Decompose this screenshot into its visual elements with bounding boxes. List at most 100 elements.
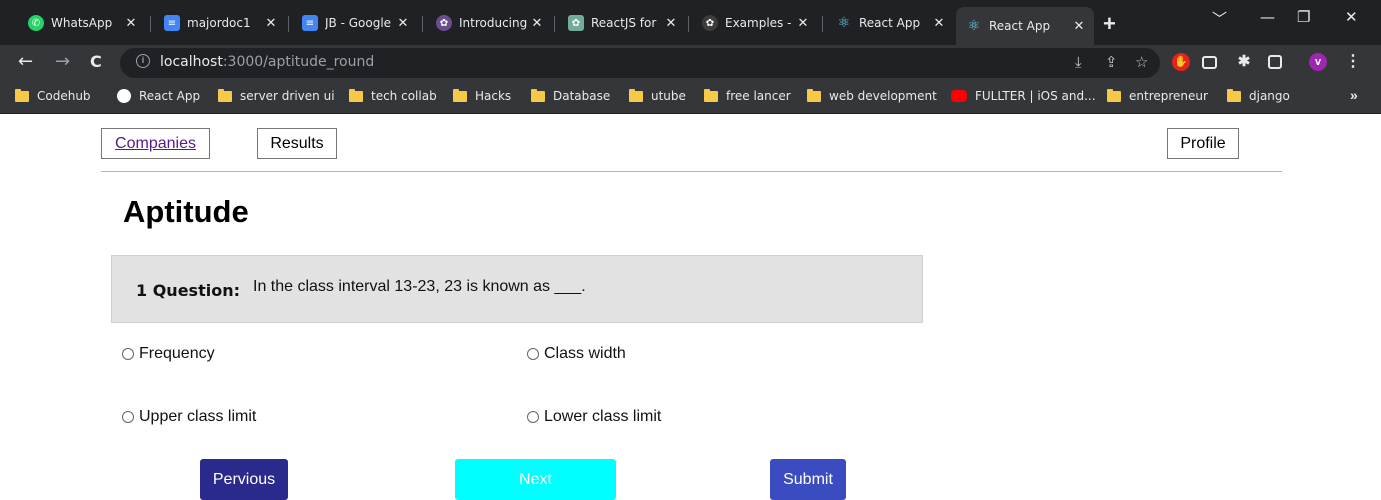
- bookmark-free-lancer[interactable]: free lancer: [704, 88, 791, 103]
- new-tab-button[interactable]: +: [1103, 11, 1116, 37]
- tab-label: ReactJS for: [591, 16, 657, 30]
- tab-majordoc1[interactable]: ≡ majordoc1 ✕: [154, 7, 286, 39]
- option-upper-class-limit[interactable]: Upper class limit: [122, 408, 256, 426]
- tab-label: WhatsApp: [51, 16, 113, 30]
- bookmark-label: web development: [829, 89, 937, 103]
- radio-button[interactable]: [122, 348, 134, 360]
- tab-label: React App: [989, 19, 1051, 33]
- share-icon[interactable]: ⇪: [1105, 53, 1118, 71]
- bookmark-server-driven-ui[interactable]: server driven ui: [218, 88, 335, 103]
- tab-label: Examples -: [725, 16, 792, 30]
- restore-icon[interactable]: ❐: [1297, 8, 1310, 26]
- tab-introducing[interactable]: ✿ Introducing ✕: [426, 7, 552, 39]
- picture-in-picture-icon[interactable]: [1202, 56, 1217, 69]
- tab-search-icon[interactable]: ﹀: [1212, 8, 1227, 29]
- install-icon[interactable]: ⤓: [1075, 53, 1082, 71]
- bookmark-django[interactable]: django: [1227, 88, 1290, 103]
- menu-kebab-icon[interactable]: ⋮: [1344, 53, 1362, 71]
- bookmark-tech-collab[interactable]: tech collab: [349, 88, 437, 103]
- bookmark-label: server driven ui: [240, 89, 335, 103]
- question-text: In the class interval 13-23, 23 is known…: [253, 278, 586, 295]
- browser-tab-strip: ✆ WhatsApp ✕ ≡ majordoc1 ✕ ≡ JB - Google…: [0, 0, 1381, 45]
- docs-icon: ≡: [164, 15, 180, 31]
- react-icon: ⚛: [967, 18, 981, 34]
- back-icon[interactable]: ←: [18, 51, 33, 72]
- tab-react-app-active[interactable]: ⚛ React App ✕: [956, 7, 1094, 45]
- tab-examples[interactable]: ✿ Examples - ✕: [692, 7, 818, 39]
- folder-icon: [807, 88, 821, 102]
- folder-icon: [1227, 88, 1241, 102]
- tab-close-icon[interactable]: ✕: [122, 16, 140, 31]
- radio-button[interactable]: [122, 411, 134, 423]
- close-window-icon[interactable]: ✕: [1345, 8, 1358, 26]
- folder-icon: [531, 88, 545, 102]
- docs-icon: ≡: [302, 15, 318, 31]
- profile-avatar[interactable]: v: [1309, 53, 1327, 71]
- header-divider: [101, 171, 1282, 172]
- bookmark-hacks[interactable]: Hacks: [453, 88, 512, 103]
- radio-button[interactable]: [527, 411, 539, 423]
- tab-label: JB - Google: [325, 16, 392, 30]
- bookmark-label: Codehub: [37, 89, 91, 103]
- option-label: Frequency: [139, 345, 215, 362]
- tab-jb-google[interactable]: ≡ JB - Google ✕: [292, 7, 418, 39]
- tab-close-icon[interactable]: ✕: [1070, 19, 1088, 34]
- minimize-icon[interactable]: —: [1260, 8, 1275, 26]
- bookmark-star-icon[interactable]: ☆: [1135, 53, 1148, 71]
- page-title: Aptitude: [123, 194, 249, 229]
- adblock-extension-icon[interactable]: ✋: [1172, 53, 1190, 71]
- bookmark-fullter[interactable]: FULLTER | iOS and...: [951, 89, 1096, 103]
- nav-profile-link[interactable]: Profile: [1167, 128, 1239, 159]
- globe-icon: [117, 89, 131, 103]
- folder-icon: [704, 88, 718, 102]
- bookmark-database[interactable]: Database: [531, 88, 611, 103]
- bookmark-react-app[interactable]: React App: [117, 89, 200, 103]
- tab-close-icon[interactable]: ✕: [794, 16, 812, 31]
- radio-button[interactable]: [527, 348, 539, 360]
- option-frequency[interactable]: Frequency: [122, 345, 215, 363]
- react-icon: ⚛: [837, 15, 851, 31]
- bookmark-label: utube: [651, 89, 686, 103]
- side-panel-icon[interactable]: [1268, 55, 1282, 69]
- bookmarks-overflow-icon[interactable]: »: [1350, 87, 1358, 103]
- tab-close-icon[interactable]: ✕: [262, 16, 280, 31]
- tab-close-icon[interactable]: ✕: [930, 16, 948, 31]
- url-text[interactable]: localhost:3000/aptitude_round: [160, 54, 374, 70]
- previous-button[interactable]: Pervious: [200, 459, 288, 500]
- tab-close-icon[interactable]: ✕: [528, 16, 546, 31]
- folder-icon: [218, 88, 232, 102]
- tab-close-icon[interactable]: ✕: [662, 16, 680, 31]
- bookmark-label: React App: [139, 89, 201, 103]
- folder-icon: [629, 88, 643, 102]
- site-info-icon[interactable]: i: [136, 54, 150, 68]
- option-label: Class width: [544, 345, 626, 362]
- address-bar[interactable]: i localhost:3000/aptitude_round ⤓ ⇪ ☆: [120, 48, 1160, 78]
- bookmark-utube[interactable]: utube: [629, 88, 686, 103]
- folder-icon: [1107, 88, 1121, 102]
- tab-react-app[interactable]: ⚛ React App ✕: [826, 7, 954, 39]
- url-path: :3000/aptitude_round: [222, 54, 375, 70]
- nav-results-link[interactable]: Results: [257, 128, 337, 159]
- option-class-width[interactable]: Class width: [527, 345, 626, 363]
- bookmark-label: entrepreneur: [1129, 89, 1208, 103]
- bookmark-label: FULLTER | iOS and...: [975, 89, 1096, 103]
- submit-button[interactable]: Submit: [770, 459, 846, 500]
- bookmark-label: Database: [553, 89, 611, 103]
- tab-reactjs-for[interactable]: ✿ ReactJS for ✕: [558, 7, 686, 39]
- nav-companies-link[interactable]: Companies: [101, 128, 210, 159]
- forward-icon[interactable]: →: [55, 51, 70, 72]
- extensions-puzzle-icon[interactable]: ✱: [1235, 53, 1253, 71]
- url-host: localhost: [160, 54, 223, 70]
- folder-icon: [453, 88, 467, 102]
- tab-close-icon[interactable]: ✕: [394, 16, 412, 31]
- bookmark-web-development[interactable]: web development: [807, 88, 937, 103]
- folder-icon: [349, 88, 363, 102]
- bookmark-entrepreneur[interactable]: entrepreneur: [1107, 88, 1208, 103]
- bookmark-label: Hacks: [475, 89, 512, 103]
- reload-icon[interactable]: C: [90, 52, 102, 71]
- bookmark-codehub[interactable]: Codehub: [15, 88, 91, 103]
- tab-label: majordoc1: [187, 16, 251, 30]
- tab-whatsapp[interactable]: ✆ WhatsApp ✕: [18, 7, 146, 39]
- option-lower-class-limit[interactable]: Lower class limit: [527, 408, 661, 426]
- next-button[interactable]: Next: [455, 459, 616, 500]
